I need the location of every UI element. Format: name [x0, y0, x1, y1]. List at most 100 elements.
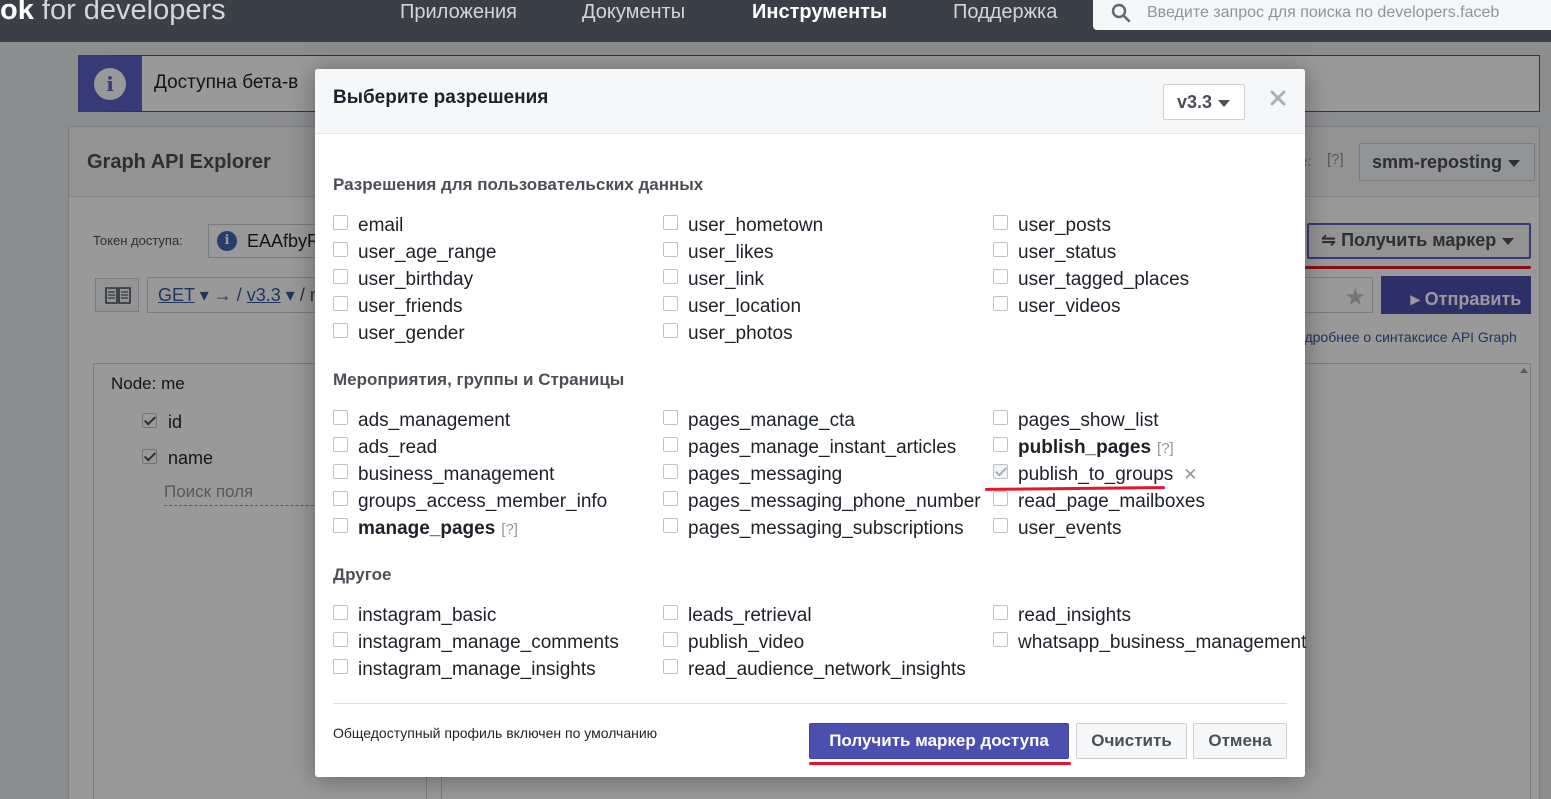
nav-apps[interactable]: Приложения	[400, 1, 517, 24]
permission-checkbox[interactable]	[333, 323, 348, 338]
permission-checkbox[interactable]	[993, 215, 1008, 230]
permission-label: user_link	[688, 269, 765, 290]
permission-checkbox[interactable]	[333, 215, 348, 230]
permission-checkbox[interactable]	[993, 491, 1008, 506]
permission-checkbox[interactable]	[993, 242, 1008, 257]
dialog-header: Выберите разрешения v3.3	[315, 69, 1305, 134]
permission-label: groups_access_member_info	[358, 491, 608, 512]
permission-label: user_likes	[688, 242, 774, 263]
permission-checkbox[interactable]	[663, 491, 678, 506]
permission-label: user_age_range	[358, 242, 497, 263]
permissions-section-title: Другое	[333, 565, 392, 584]
permission-label: ads_read	[358, 437, 438, 458]
permission-label: user_posts	[1018, 215, 1111, 236]
permission-label: user_birthday	[358, 269, 474, 290]
permission-label: business_management	[358, 464, 555, 485]
permission-label: pages_show_list	[1018, 410, 1159, 431]
dialog-title: Выберите разрешения	[333, 87, 549, 108]
permission-checkbox[interactable]	[333, 437, 348, 452]
permission-label: pages_messaging_subscriptions	[688, 518, 964, 539]
permission-label: read_audience_network_insights	[688, 659, 966, 680]
permission-checkbox[interactable]	[663, 296, 678, 311]
permission-checkbox[interactable]	[333, 518, 348, 533]
permission-checkbox[interactable]	[663, 437, 678, 452]
permission-label: pages_manage_cta	[688, 410, 855, 431]
permission-checkbox[interactable]	[993, 296, 1008, 311]
permission-checkbox[interactable]	[333, 632, 348, 647]
permission-checkbox[interactable]	[663, 518, 678, 533]
permission-checkbox[interactable]	[333, 491, 348, 506]
permission-checkbox	[993, 464, 1008, 479]
brand-logo[interactable]: ok for developers	[0, 0, 226, 27]
public-profile-note: Общедоступный профиль включен по умолчан…	[333, 725, 658, 741]
permission-checkbox[interactable]	[333, 269, 348, 284]
search-icon	[1111, 3, 1131, 23]
cancel-button[interactable]: Отмена	[1193, 723, 1287, 759]
permission-checkbox[interactable]	[663, 269, 678, 284]
permission-checkbox[interactable]	[333, 410, 348, 425]
permission-label: pages_manage_instant_articles	[688, 437, 957, 458]
nav-tools[interactable]: Инструменты	[752, 1, 887, 24]
permissions-section-title: Разрешения для пользовательских данных	[333, 175, 704, 194]
dialog-divider	[333, 703, 1287, 704]
api-version-select[interactable]: v3.3	[1163, 84, 1245, 120]
permission-checkbox[interactable]	[663, 242, 678, 257]
help-link[interactable]: [?]	[501, 521, 518, 538]
permission-checkbox[interactable]	[663, 632, 678, 647]
permission-checkbox[interactable]	[993, 632, 1008, 647]
permission-label: email	[358, 215, 404, 236]
top-navigation-bar: ok for developers Приложения Документы И…	[0, 0, 1551, 42]
get-access-token-button[interactable]: Получить маркер доступа	[809, 723, 1069, 759]
permission-label: instagram_manage_insights	[358, 659, 596, 680]
permission-label: user_tagged_places	[1018, 269, 1190, 290]
permission-label: user_events	[1018, 518, 1122, 539]
permission-checkbox[interactable]	[663, 605, 678, 620]
permission-checkbox[interactable]	[993, 410, 1008, 425]
permissions-section-title: Мероприятия, группы и Страницы	[333, 370, 625, 389]
permission-checkbox[interactable]	[663, 323, 678, 338]
permissions-dialog: Выберите разрешения v3.3 Разрешения для …	[315, 69, 1307, 777]
nav-docs[interactable]: Документы	[582, 1, 685, 24]
permission-checkbox[interactable]	[333, 605, 348, 620]
permission-label: publish_video	[688, 632, 805, 653]
permission-label: instagram_basic	[358, 605, 497, 626]
permission-label: user_photos	[688, 323, 793, 344]
permission-checkbox[interactable]	[663, 410, 678, 425]
permission-checkbox[interactable]	[663, 215, 678, 230]
search-box	[1093, 0, 1551, 30]
permission-label: user_hometown	[688, 215, 824, 236]
nav-support[interactable]: Поддержка	[953, 1, 1057, 24]
clear-button[interactable]: Очистить	[1076, 723, 1187, 759]
permission-label: user_location	[688, 296, 802, 317]
permission-checkbox[interactable]	[333, 242, 348, 257]
permission-checkbox[interactable]	[993, 518, 1008, 533]
permission-label: ads_management	[358, 410, 511, 431]
permission-label: leads_retrieval	[688, 605, 812, 626]
permission-label: instagram_manage_comments	[358, 632, 619, 653]
chevron-down-icon	[1218, 99, 1231, 107]
permission-checkbox[interactable]	[333, 296, 348, 311]
search-input[interactable]	[1147, 0, 1547, 26]
annotation-underline	[809, 762, 1071, 765]
permission-checkbox[interactable]	[993, 269, 1008, 284]
remove-icon[interactable]: ✕	[1183, 465, 1197, 484]
permission-checkbox[interactable]	[993, 605, 1008, 620]
permission-label: read_insights	[1018, 605, 1132, 626]
permission-label: user_friends	[358, 296, 463, 317]
permission-label: publish_to_groups ✕	[1018, 464, 1198, 485]
permission-label: pages_messaging	[688, 464, 843, 485]
permission-checkbox[interactable]	[993, 437, 1008, 452]
permission-label: user_videos	[1018, 296, 1121, 317]
permission-checkbox[interactable]	[663, 464, 678, 479]
permission-label: pages_messaging_phone_number	[688, 491, 981, 512]
permission-checkbox[interactable]	[333, 464, 348, 479]
close-icon[interactable]	[1269, 89, 1287, 107]
permission-checkbox[interactable]	[663, 659, 678, 674]
permission-label: whatsapp_business_management	[1018, 632, 1307, 653]
permission-label: read_page_mailboxes	[1018, 491, 1205, 512]
permission-label: user_status	[1018, 242, 1117, 263]
permission-checkbox[interactable]	[333, 659, 348, 674]
help-link[interactable]: [?]	[1157, 440, 1174, 457]
permission-label: manage_pages [?]	[358, 518, 518, 539]
permission-label: user_gender	[358, 323, 465, 344]
